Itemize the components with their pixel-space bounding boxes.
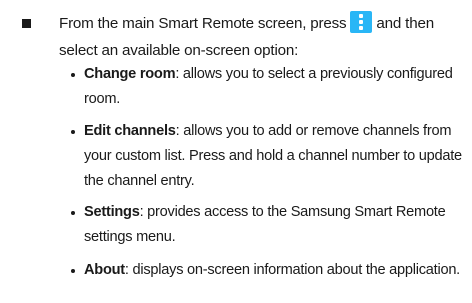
menu-dots-icon (350, 11, 373, 33)
manual-page: From the main Smart Remote screen, press… (0, 0, 472, 303)
dot-bullet (71, 73, 75, 77)
option-term: Settings (84, 204, 140, 220)
intro-text-before-icon: From the main Smart Remote screen, press (59, 15, 347, 32)
intro-text: From the main Smart Remote screen, press… (59, 10, 459, 64)
dot-bullet (71, 269, 75, 273)
option-term: About (84, 262, 125, 278)
option-text: Edit channels: allows you to add or remo… (84, 119, 468, 194)
option-term: Change room (84, 66, 176, 82)
dot-bullet (71, 211, 75, 215)
option-text: About: displays on-screen information ab… (84, 258, 472, 283)
option-text: Settings: provides access to the Samsung… (84, 200, 468, 250)
option-text: Change room: allows you to select a prev… (84, 62, 468, 112)
dot-bullet (71, 130, 75, 134)
square-bullet (22, 19, 31, 28)
option-description: : displays on-screen information about t… (124, 262, 460, 278)
option-term: Edit channels (84, 123, 176, 139)
